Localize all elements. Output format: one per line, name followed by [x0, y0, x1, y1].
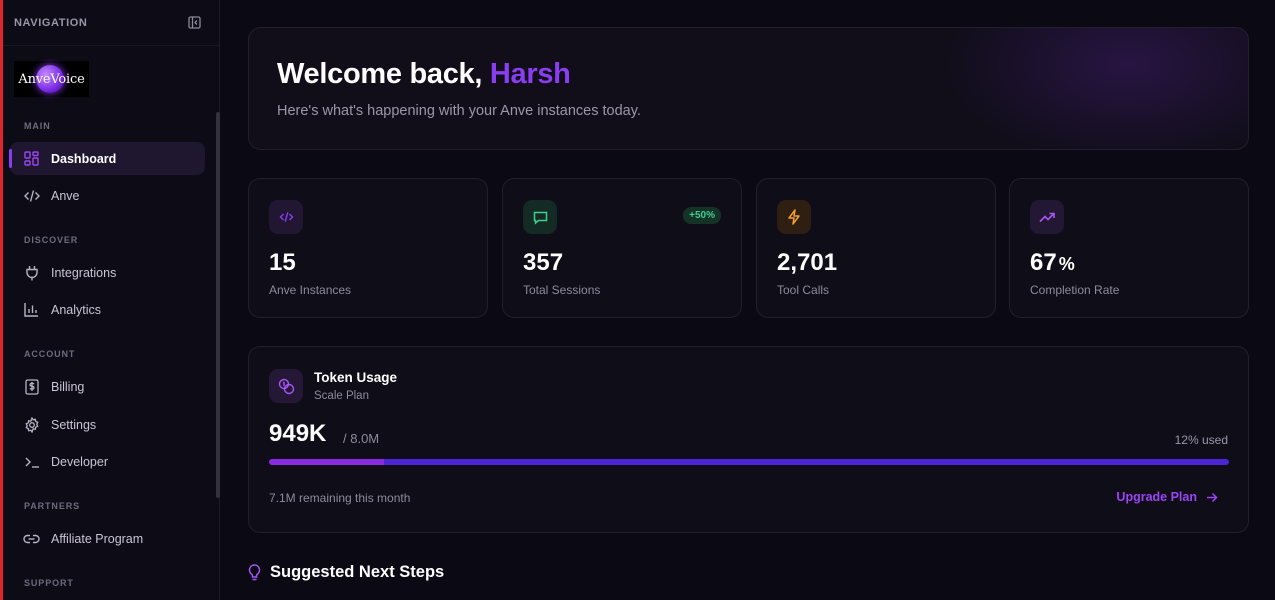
sidebar-item-label: Dashboard	[51, 151, 117, 166]
stat-card-total-sessions[interactable]: +50% 357 Total Sessions	[502, 178, 742, 318]
sidebar-item-integrations[interactable]: Integrations	[10, 256, 205, 289]
welcome-banner: Welcome back, Harsh Here's what's happen…	[248, 27, 1249, 150]
upgrade-plan-button[interactable]: Upgrade Plan	[1116, 490, 1218, 504]
receipt-icon	[23, 378, 40, 395]
stat-value: 15	[269, 249, 296, 276]
stat-label: Completion Rate	[1030, 283, 1120, 297]
stat-card-completion-rate[interactable]: 67% Completion Rate	[1009, 178, 1249, 318]
gear-icon	[23, 416, 40, 433]
sidebar-title: NAVIGATION	[14, 16, 88, 29]
completion-rate-suffix: %	[1058, 254, 1075, 274]
section-label-main: MAIN	[24, 121, 51, 131]
sidebar-header: NAVIGATION	[3, 0, 219, 46]
token-usage-card: Token Usage Scale Plan 949K / 8.0M 12% u…	[248, 346, 1249, 533]
logo-text: AnveVoice	[18, 71, 85, 87]
section-label-discover: DISCOVER	[24, 235, 79, 245]
tokens-used: 949K	[269, 420, 327, 447]
section-label-support: SUPPORT	[24, 578, 74, 588]
stat-card-anve-instances[interactable]: 15 Anve Instances	[248, 178, 488, 318]
sidebar-item-label: Developer	[51, 454, 108, 469]
arrow-right-icon	[1207, 492, 1218, 502]
dashboard-icon	[23, 150, 40, 167]
sidebar-item-label: Anve	[51, 188, 80, 203]
welcome-heading: Welcome back, Harsh	[277, 58, 571, 91]
stat-label: Anve Instances	[269, 283, 352, 297]
sidebar-item-label: Settings	[51, 417, 97, 432]
welcome-greeting: Welcome back,	[277, 58, 483, 90]
token-usage-progress-fill	[269, 459, 385, 465]
suggested-next-steps-heading: Suggested Next Steps	[248, 563, 444, 582]
trending-up-icon	[1030, 200, 1064, 234]
coins-icon	[269, 369, 303, 403]
sidebar-item-billing[interactable]: Billing	[10, 370, 205, 403]
sidebar: NAVIGATION AnveVoice MAIN Dashboard Anve	[3, 0, 220, 600]
sidebar-item-affiliate-program[interactable]: Affiliate Program	[10, 522, 205, 555]
stat-value: 2,701	[777, 249, 838, 276]
terminal-icon	[23, 453, 40, 470]
welcome-subtitle: Here's what's happening with your Anve i…	[277, 103, 641, 119]
stat-label: Total Sessions	[523, 283, 601, 297]
section-label-partners: PARTNERS	[24, 501, 81, 511]
bar-chart-icon	[23, 301, 40, 318]
suggested-next-steps-title: Suggested Next Steps	[270, 563, 445, 581]
sessions-change-badge: +50%	[683, 207, 721, 224]
sidebar-item-settings[interactable]: Settings	[10, 408, 205, 441]
sidebar-item-anve[interactable]: Anve	[10, 179, 205, 212]
sidebar-item-label: Affiliate Program	[51, 531, 144, 546]
section-label-account: ACCOUNT	[24, 349, 76, 359]
collapse-sidebar-icon[interactable]	[187, 16, 201, 30]
sidebar-item-label: Billing	[51, 379, 85, 394]
message-square-icon	[523, 200, 557, 234]
token-plan-name: Scale Plan	[314, 390, 369, 402]
completion-rate-number: 67	[1030, 249, 1057, 276]
stat-value: 357	[523, 249, 564, 276]
code-icon	[23, 187, 40, 204]
upgrade-plan-label: Upgrade Plan	[1116, 490, 1197, 504]
stat-value: 67%	[1030, 249, 1075, 277]
link-icon	[23, 530, 40, 547]
logo[interactable]: AnveVoice	[14, 61, 89, 97]
token-usage-title: Token Usage	[314, 370, 398, 385]
sidebar-item-label: Analytics	[51, 302, 102, 317]
plug-icon	[23, 264, 40, 281]
sidebar-scrollbar[interactable]	[216, 112, 220, 498]
stat-label: Tool Calls	[777, 283, 830, 297]
code-icon	[269, 200, 303, 234]
lightbulb-icon	[248, 563, 261, 580]
user-name: Harsh	[489, 58, 571, 90]
tokens-percent-used: 12% used	[1174, 433, 1228, 447]
tokens-remaining: 7.1M remaining this month	[269, 491, 411, 505]
sidebar-item-analytics[interactable]: Analytics	[10, 293, 205, 326]
lightning-icon	[777, 200, 811, 234]
tokens-total: / 8.0M	[343, 431, 380, 446]
stat-card-tool-calls[interactable]: 2,701 Tool Calls	[756, 178, 996, 318]
sidebar-item-label: Integrations	[51, 265, 117, 280]
sidebar-item-dashboard[interactable]: Dashboard	[9, 142, 205, 175]
main-content: Welcome back, Harsh Here's what's happen…	[221, 0, 1275, 600]
token-usage-progress-bar	[269, 459, 1229, 465]
sidebar-item-developer[interactable]: Developer	[10, 445, 205, 478]
